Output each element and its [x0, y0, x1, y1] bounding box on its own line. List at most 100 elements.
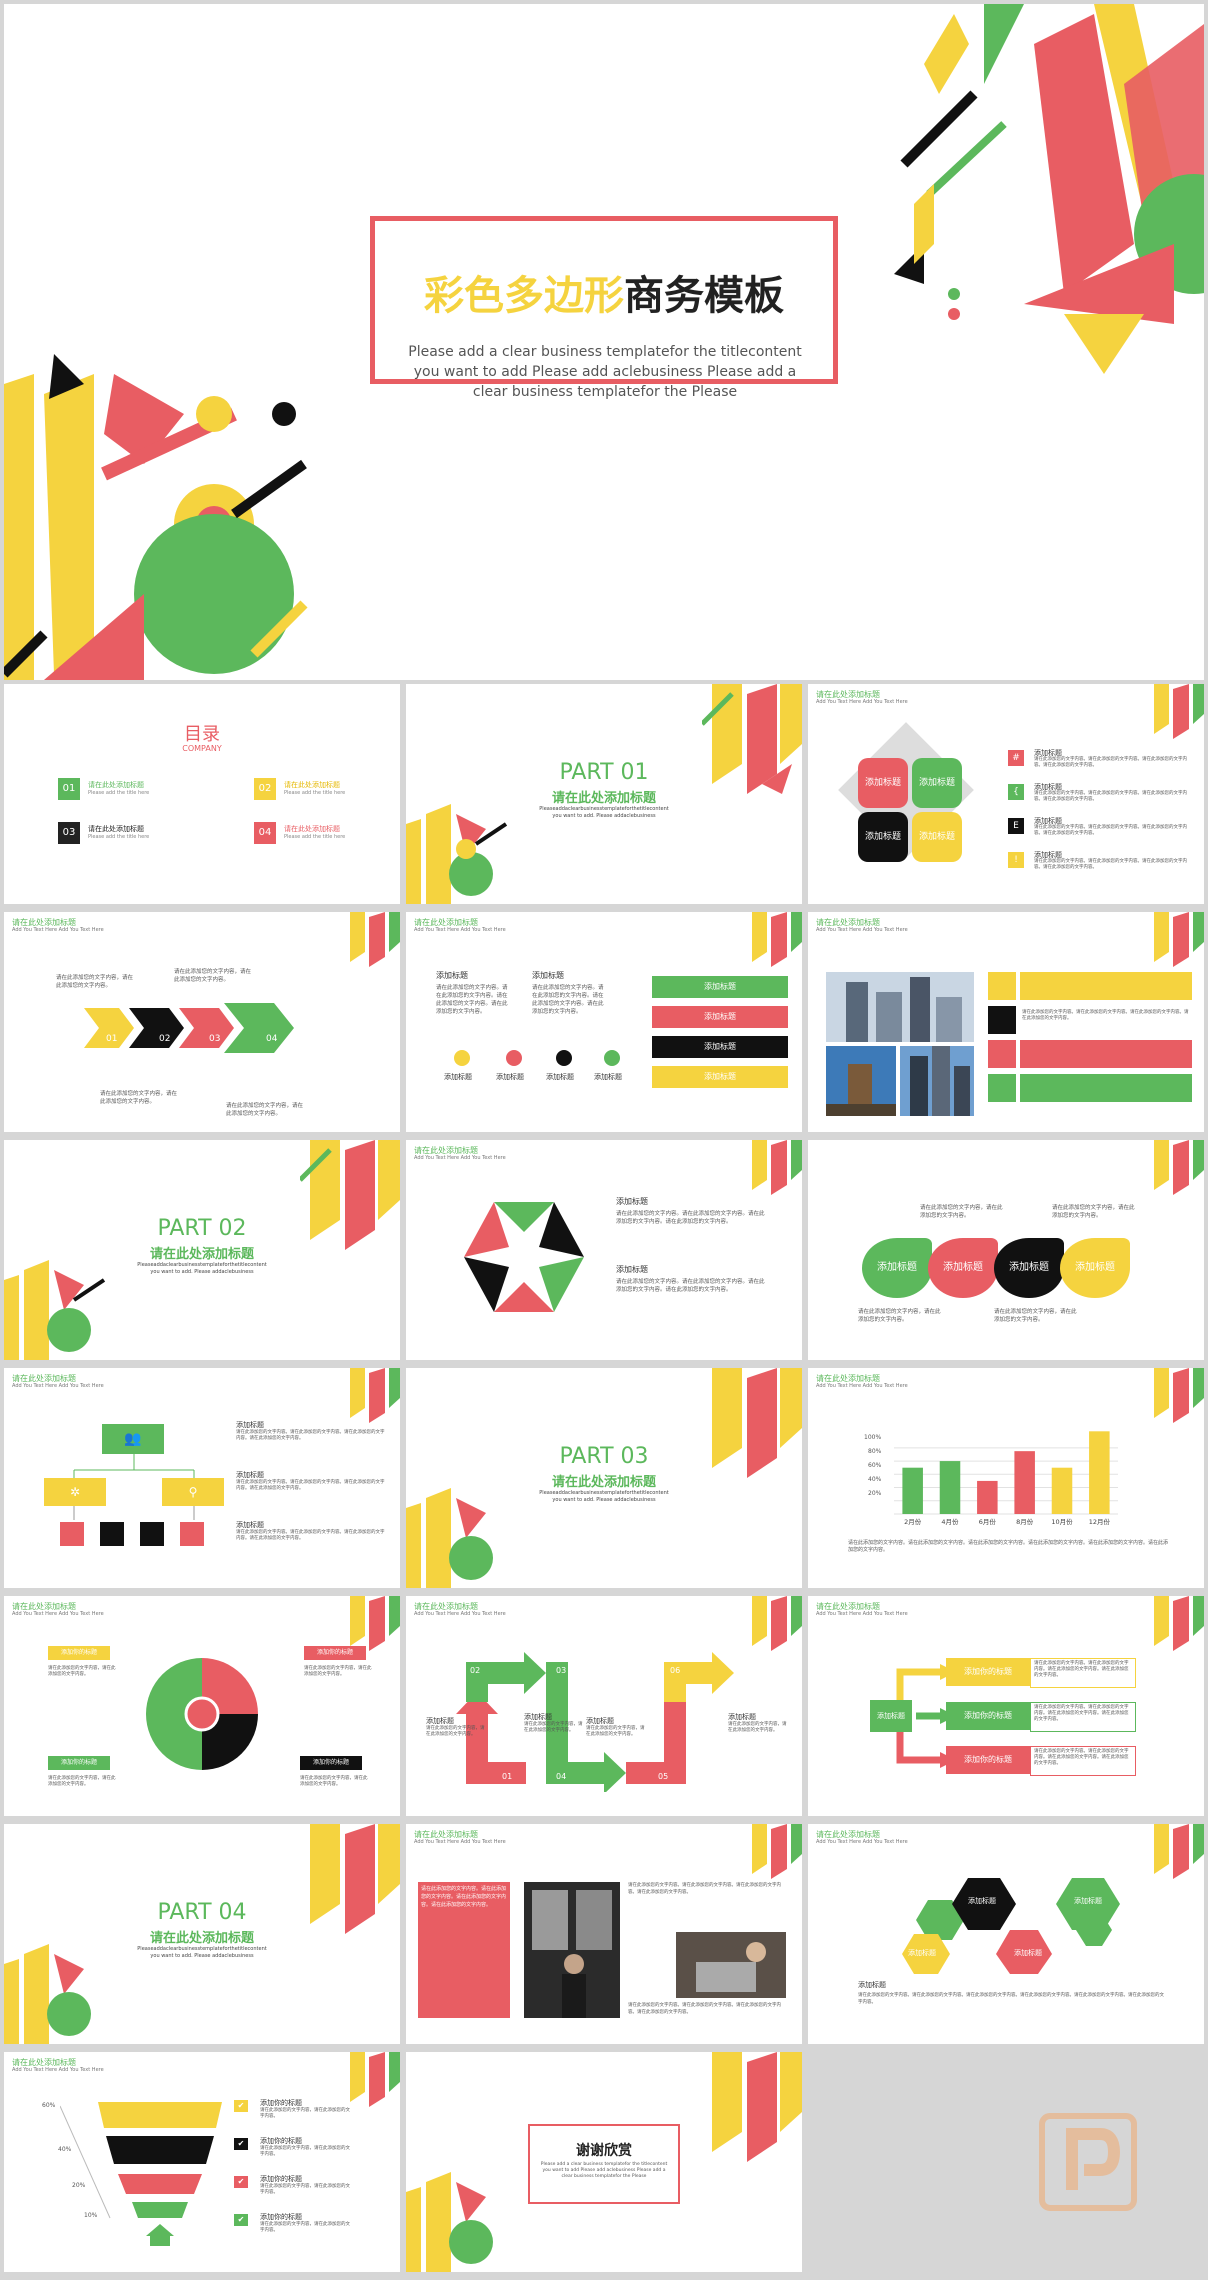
step-num: 02 — [470, 1666, 481, 1675]
step-title: 添加标题 — [524, 1713, 552, 1721]
bar-chart-slide[interactable]: 请在此处添加标题 Add You Text Here Add You Text … — [808, 1368, 1204, 1588]
block-yellow[interactable]: 添加标题 — [912, 812, 962, 862]
decorative-polygons — [1154, 684, 1204, 739]
arrow-note: 请在此添加您的文字内容，请在此添加您的文字内容。 — [56, 975, 134, 989]
label-box-red: 添加你的标题 — [304, 1646, 366, 1660]
funnel-item-title: 添加你的标题 — [260, 2213, 302, 2221]
funnel-slide[interactable]: 请在此处添加标题 Add You Text Here Add You Text … — [4, 2052, 400, 2272]
label-box-black: 添加你的标题 — [300, 1756, 362, 1770]
drop-label: 添加标题 — [943, 1262, 983, 1273]
ribbon-label: 添加标题 — [704, 982, 736, 991]
toc-title: 目录 — [184, 724, 220, 745]
four-blocks-slide[interactable]: 请在此处添加标题 Add You Text Here Add You Text … — [808, 684, 1204, 904]
toc-item-title: 请在此处添加标题 — [88, 781, 144, 789]
bar-6月份 — [977, 1480, 998, 1514]
label-box-green: 添加你的标题 — [48, 1756, 110, 1770]
photo-list-slide[interactable]: 请在此处添加标题 Add You Text Here Add You Text … — [808, 912, 1204, 1132]
list-item: # 添加标题 请在此添加您的文字内容。请在此添加您的文字内容。请在此添加您的文字内容… — [1008, 748, 1198, 782]
label-text: 添加你的标题 — [312, 1759, 349, 1766]
toc-num-badge: 02 — [254, 778, 276, 800]
decorative-polygons — [752, 912, 802, 967]
drop-yellow: 添加标题 — [1060, 1238, 1130, 1298]
brace-icon: { — [1008, 784, 1024, 800]
id-card-icon — [100, 1522, 124, 1546]
branch-list-slide[interactable]: 请在此处添加标题 Add You Text Here Add You Text … — [808, 1596, 1204, 1816]
column-text: 请在此添加您的文字内容。请在此添加您的文字内容。请在此添加您的文字内容。请在此添… — [628, 2003, 781, 2015]
text-photos-slide[interactable]: 请在此处添加标题 Add You Text Here Add You Text … — [406, 1824, 802, 2044]
hexagons-slide[interactable]: 请在此处添加标题 Add You Text Here Add You Text … — [808, 1824, 1204, 2044]
item-text: 请在此添加您的文字内容。请在此添加您的文字内容。请在此添加您的文字内容。请在此添… — [1034, 791, 1187, 802]
circle-quadrant-slide[interactable]: 请在此处添加标题 Add You Text Here Add You Text … — [4, 1596, 400, 1816]
x-tick-label: 4月份 — [941, 1517, 959, 1526]
step-title: 添加标题 — [426, 1717, 454, 1725]
leaf-icon — [506, 1050, 522, 1066]
funnel-item-title: 添加你的标题 — [260, 2099, 302, 2107]
x-tick-label: 2月份 — [904, 1517, 922, 1526]
icon-label: 添加标题 — [546, 1073, 574, 1081]
org-chart-slide[interactable]: 请在此处添加标题 Add You Text Here Add You Text … — [4, 1368, 400, 1588]
part-title: PART 02 — [157, 1216, 247, 1241]
decorative-polygons — [350, 912, 400, 967]
medal-icon — [180, 1522, 204, 1546]
part-02-slide[interactable]: PART 02 请在此处添加标题 Pleaseaddaclearbusiness… — [4, 1140, 400, 1360]
decorative-polygons — [350, 2052, 400, 2107]
watermark-logo — [1039, 2113, 1137, 2211]
check-icon: ✔ — [234, 2176, 248, 2188]
branch-green: 添加你的标题 — [946, 1702, 1030, 1730]
arrow-process-slide[interactable]: 请在此处添加标题 Add You Text Here Add You Text … — [4, 912, 400, 1132]
icon-label: 添加标题 — [444, 1073, 472, 1081]
block-red[interactable]: 添加标题 — [858, 758, 908, 808]
letter-e-icon: E — [1008, 818, 1024, 834]
cover-title: 彩色多边形商务模板 — [370, 272, 838, 320]
part-04-slide[interactable]: PART 04 请在此处添加标题 Pleaseaddaclearbusiness… — [4, 1824, 400, 2044]
funnel-item-title: 添加你的标题 — [260, 2175, 302, 2183]
list-item: {添加标题 请在此添加您的文字内容。请在此添加您的文字内容。请在此添加您的文字内容… — [1008, 782, 1198, 816]
drop-chain-slide[interactable]: 请在此添加您的文字内容，请在此添加您的文字内容。 请在此添加您的文字内容，请在此… — [808, 1140, 1204, 1360]
globe-icon — [604, 1050, 620, 1066]
icon-label: 添加标题 — [496, 1073, 524, 1081]
decorative-polygons — [1154, 1824, 1204, 1879]
arrow-shapes — [84, 1003, 294, 1053]
block-label: 添加标题 — [918, 778, 955, 788]
red-text-block: 请在此添加您的文字内容。请在此添加您的文字内容。请在此添加您的文字内容。请在此添… — [418, 1882, 510, 2018]
decorative-polygons — [406, 804, 508, 904]
part-subtitle: 请在此处添加标题 — [551, 791, 656, 806]
part-title: PART 04 — [157, 1900, 247, 1925]
ribbon-slide[interactable]: 请在此处添加标题 Add You Text Here Add You Text … — [406, 912, 802, 1132]
y-tick: 100% — [864, 1434, 882, 1441]
y-tick: 40% — [868, 1476, 882, 1483]
label-text: 添加你的标题 — [60, 1649, 97, 1656]
part-01-slide[interactable]: PART 01 请在此处添加标题 Pleaseaddaclearbusiness… — [406, 684, 802, 904]
hash-icon: # — [1008, 750, 1024, 766]
decorative-polygons — [4, 1944, 91, 2044]
thanks-slide[interactable]: 谢谢欣赏 Please add a clear business templat… — [406, 2052, 802, 2272]
block-green[interactable]: 添加标题 — [912, 758, 962, 808]
drop-label: 添加标题 — [1075, 1262, 1115, 1273]
info-icon: ! — [1008, 852, 1024, 868]
x-tick-label: 6月份 — [979, 1517, 997, 1526]
block-label: 添加标题 — [864, 778, 901, 788]
cover-slide[interactable]: 彩色多边形商务模板 Please add a clear business te… — [4, 4, 1204, 680]
hexagon-diagram — [464, 1202, 584, 1312]
part-03-slide[interactable]: PART 03 请在此处添加标题 Pleaseaddaclearbusiness… — [406, 1368, 802, 1588]
thanks-title: 谢谢欣赏 — [576, 2143, 632, 2159]
step-num: 06 — [670, 1666, 681, 1675]
decorative-polygons — [752, 1596, 802, 1651]
toc-slide[interactable]: 目录 COMPANY 01 请在此处添加标题 Please add the ti… — [4, 684, 400, 904]
toc-item-title: 请在此处添加标题 — [284, 825, 340, 833]
step-num: 04 — [556, 1772, 567, 1781]
item-title: 添加标题 — [616, 1265, 648, 1274]
decorative-polygons — [350, 1368, 400, 1423]
drop-note: 请在此添加您的文字内容，请在此添加您的文字内容。 — [858, 1309, 941, 1323]
funnel-chart — [60, 2102, 222, 2246]
skyscraper-photo — [900, 1046, 974, 1116]
bar-4月份 — [939, 1461, 961, 1514]
ribbon-red: 添加标题 — [652, 1006, 788, 1028]
decorative-polygons — [406, 2172, 493, 2272]
label-desc: 请在此添加您的文字内容，请在此添加您的文字内容。 — [48, 1776, 116, 1787]
part-description: Pleaseaddaclearbusinesstemplateforthetit… — [137, 1262, 267, 1275]
flow-arrows-slide[interactable]: 请在此处添加标题 Add You Text Here Add You Text … — [406, 1596, 802, 1816]
block-black[interactable]: 添加标题 — [858, 812, 908, 862]
label-desc: 请在此添加您的文字内容，请在此添加您的文字内容。 — [48, 1666, 116, 1677]
hexagon-cycle-slide[interactable]: 请在此处添加标题 Add You Text Here Add You Text … — [406, 1140, 802, 1360]
